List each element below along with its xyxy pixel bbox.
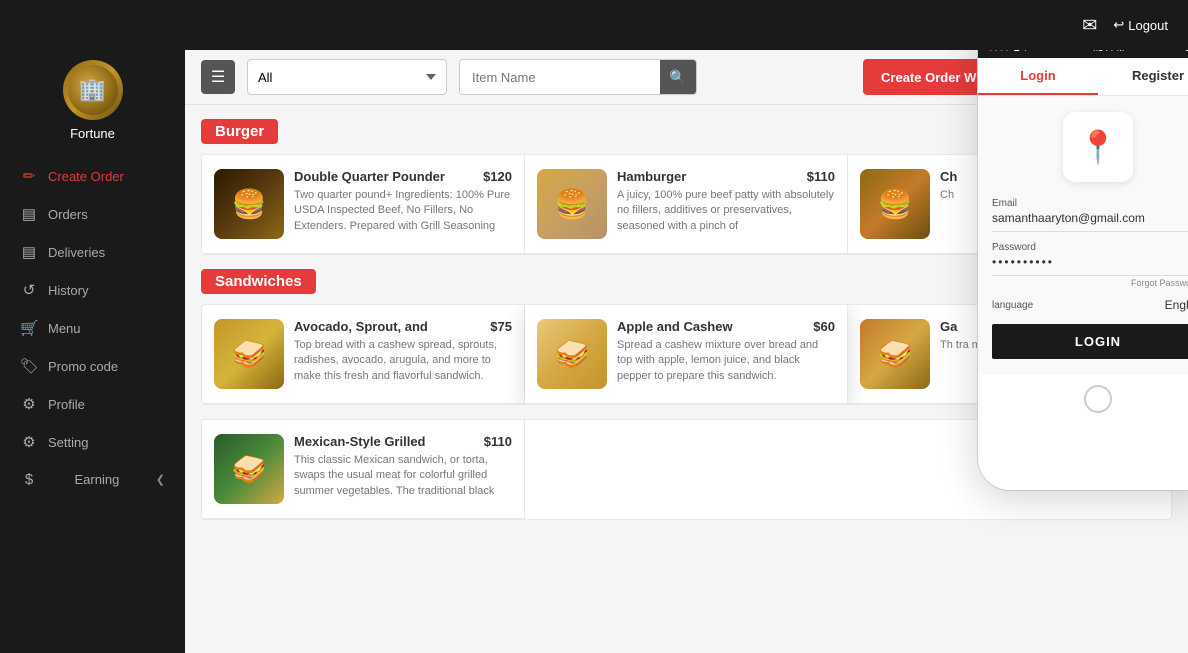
item-description: Two quarter pound+ Ingredients: 100% Pur… xyxy=(294,188,512,234)
phone-tab-login[interactable]: Login xyxy=(978,58,1098,95)
phone-language-label: language xyxy=(992,300,1033,311)
main-content: ☰ All Burger Sandwiches 🔍 Create Order W… xyxy=(185,50,1188,653)
phone-language-value: English xyxy=(1165,298,1188,312)
brand-name: Fortune xyxy=(70,126,115,141)
menu-item-apple-cashew[interactable]: Apple and Cashew $60 Spread a cashew mix… xyxy=(525,305,848,404)
setting-icon: ⚙ xyxy=(20,433,38,451)
sidebar-item-deliveries[interactable]: ▤ Deliveries xyxy=(0,233,185,271)
logout-icon: ↩ xyxy=(1113,17,1124,33)
item-name: Ga xyxy=(940,319,957,334)
history-icon: ↺ xyxy=(20,281,38,299)
category-burger-label: Burger xyxy=(201,119,278,144)
category-sandwiches-label: Sandwiches xyxy=(201,269,316,294)
create-order-icon: ✏ xyxy=(20,167,38,185)
item-name: Double Quarter Pounder xyxy=(294,169,445,184)
item-image-hamburger xyxy=(537,169,607,239)
search-input[interactable] xyxy=(460,60,660,94)
hamburger-button[interactable]: ☰ xyxy=(201,60,235,94)
profile-icon: ⚙ xyxy=(20,395,38,413)
sidebar-item-profile[interactable]: ⚙ Profile xyxy=(0,385,185,423)
phone-mockup: ●●●● ▲▼ 4:34 PM 100% Login Register 📍 Em… xyxy=(978,50,1188,490)
item-description: This classic Mexican sandwich, or torta,… xyxy=(294,453,512,499)
item-price: $120 xyxy=(483,169,512,184)
item-name: Ch xyxy=(940,169,957,184)
phone-auth-tabs: Login Register xyxy=(978,58,1188,96)
item-image-apple-cashew xyxy=(537,319,607,389)
menu-item-mexican-grilled[interactable]: Mexican-Style Grilled $110 This classic … xyxy=(202,420,525,519)
sidebar-item-history[interactable]: ↺ History xyxy=(0,271,185,309)
phone-body: 📍 Email samanthaaryton@gmail.com Passwor… xyxy=(978,96,1188,375)
phone-signal: ●●●● ▲▼ xyxy=(988,50,1030,53)
deliveries-icon: ▤ xyxy=(20,243,38,261)
item-price: $110 xyxy=(484,434,512,449)
item-image-mexican-grilled xyxy=(214,434,284,504)
phone-password-label: Password xyxy=(992,242,1188,253)
search-button[interactable]: 🔍 xyxy=(660,60,696,94)
phone-password-value[interactable]: •••••••••• xyxy=(992,255,1188,276)
item-description: Top bread with a cashew spread, sprouts,… xyxy=(294,338,512,384)
sidebar-item-setting[interactable]: ⚙ Setting xyxy=(0,423,185,461)
item-image-avocado-sprout xyxy=(214,319,284,389)
menu-icon: 🛒 xyxy=(20,319,38,337)
item-image-cheeseburger xyxy=(860,169,930,239)
menu-item-double-quarter-pounder[interactable]: Double Quarter Pounder $120 Two quarter … xyxy=(202,155,525,254)
item-description: Spread a cashew mixture over bread and t… xyxy=(617,338,835,384)
phone-login-button[interactable]: LOGIN xyxy=(992,324,1188,359)
phone-home-button[interactable] xyxy=(1084,385,1112,413)
brand-logo xyxy=(63,60,123,120)
phone-home-area xyxy=(978,375,1188,423)
item-name: Avocado, Sprout, and xyxy=(294,319,428,334)
item-name: Apple and Cashew xyxy=(617,319,733,334)
item-name: Mexican-Style Grilled xyxy=(294,434,426,449)
sidebar-item-menu[interactable]: 🛒 Menu xyxy=(0,309,185,347)
logout-button[interactable]: ↩ Logout xyxy=(1113,17,1168,33)
menu-item-avocado-sprout[interactable]: Avocado, Sprout, and $75 Top bread with … xyxy=(202,305,525,404)
phone-status-bar: ●●●● ▲▼ 4:34 PM 100% xyxy=(978,50,1188,58)
category-select[interactable]: All Burger Sandwiches xyxy=(247,59,447,95)
item-image-double-quarter-pounder xyxy=(214,169,284,239)
item-price: $110 xyxy=(807,169,835,184)
earning-icon: $ xyxy=(20,471,38,488)
phone-forgot-password[interactable]: Forgot Password? xyxy=(992,278,1188,288)
sidebar-nav: ✏ Create Order ▤ Orders ▤ Deliveries ↺ H… xyxy=(0,157,185,498)
phone-tab-register[interactable]: Register xyxy=(1098,58,1188,95)
sidebar-item-promo-code[interactable]: 🏷 Promo code xyxy=(0,347,185,385)
earning-chevron-icon: ❮ xyxy=(156,473,165,486)
item-price: $75 xyxy=(490,319,512,334)
sidebar-item-orders[interactable]: ▤ Orders xyxy=(0,195,185,233)
search-container: 🔍 xyxy=(459,59,697,95)
mail-icon[interactable]: ✉ xyxy=(1082,15,1097,36)
item-image-ga-sandwich xyxy=(860,319,930,389)
item-description: A juicy, 100% pure beef patty with absol… xyxy=(617,188,835,234)
sidebar-item-create-order[interactable]: ✏ Create Order xyxy=(0,157,185,195)
topbar: ✉ ↩ Logout xyxy=(0,0,1188,50)
sidebar-item-earning[interactable]: $ Earning ❮ xyxy=(0,461,185,498)
phone-email-label: Email xyxy=(992,198,1188,209)
phone-time: 4:34 PM xyxy=(1091,50,1125,53)
sidebar: Fortune ✏ Create Order ▤ Orders ▤ Delive… xyxy=(0,50,185,653)
phone-app-logo: 📍 xyxy=(1063,112,1133,182)
menu-item-hamburger[interactable]: Hamburger $110 A juicy, 100% pure beef p… xyxy=(525,155,848,254)
item-price: $60 xyxy=(813,319,835,334)
item-name: Hamburger xyxy=(617,169,686,184)
promo-icon: 🏷 xyxy=(20,357,38,375)
phone-email-value[interactable]: samanthaaryton@gmail.com xyxy=(992,211,1188,232)
orders-icon: ▤ xyxy=(20,205,38,223)
